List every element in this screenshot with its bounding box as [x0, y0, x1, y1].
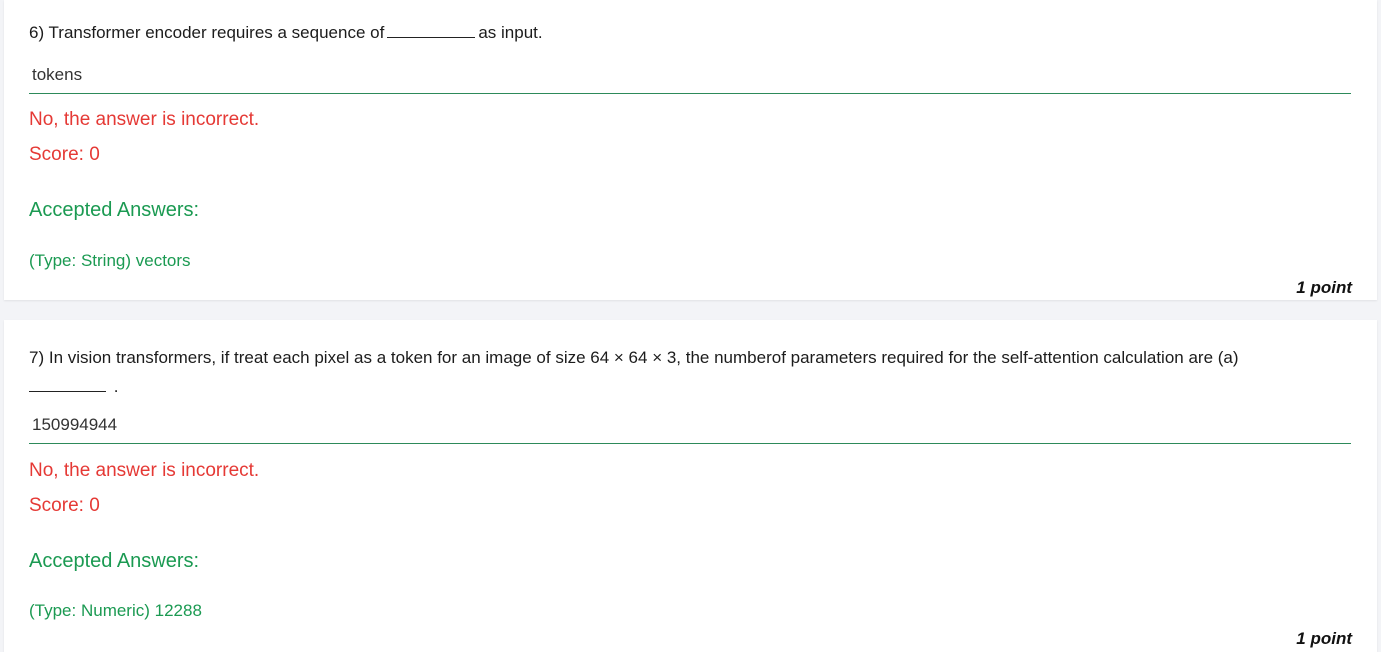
accepted-answers-heading: Accepted Answers: [29, 550, 200, 572]
answer-value: tokens [32, 65, 83, 84]
question-text-before: Transformer encoder requires a sequence … [48, 23, 385, 42]
answer-status: No, the answer is incorrect. [29, 109, 260, 130]
question-text: 7) In vision transformers, if treat each… [29, 343, 1292, 401]
question-text: 6) Transformer encoder requires a sequen… [29, 18, 1292, 47]
answer-field[interactable]: 150994944 [29, 411, 1351, 444]
answer-status: No, the answer is incorrect. [29, 460, 260, 481]
answer-field[interactable]: tokens [29, 61, 1351, 94]
question-number: 6) [29, 23, 45, 42]
question-card-6: 6) Transformer encoder requires a sequen… [4, 0, 1377, 300]
points-label: 1 point [1296, 629, 1352, 648]
question-number: 7) [29, 348, 45, 367]
answer-value: 150994944 [32, 415, 118, 434]
score-text: Score: 0 [29, 144, 100, 165]
answer-blank [29, 379, 106, 392]
accepted-answer-value: (Type: Numeric) 12288 [29, 601, 202, 620]
answer-blank [387, 25, 476, 38]
accepted-answer-value: (Type: String) vectors [29, 251, 191, 270]
score-text: Score: 0 [29, 495, 100, 516]
points-label: 1 point [1296, 278, 1352, 297]
question-card-7: 7) In vision transformers, if treat each… [4, 320, 1377, 652]
accepted-answers-heading: Accepted Answers: [29, 199, 200, 221]
question-text-after: as input. [478, 23, 543, 42]
question-text-after: . [113, 377, 119, 396]
question-text-before: In vision transformers, if treat each pi… [48, 348, 1239, 367]
